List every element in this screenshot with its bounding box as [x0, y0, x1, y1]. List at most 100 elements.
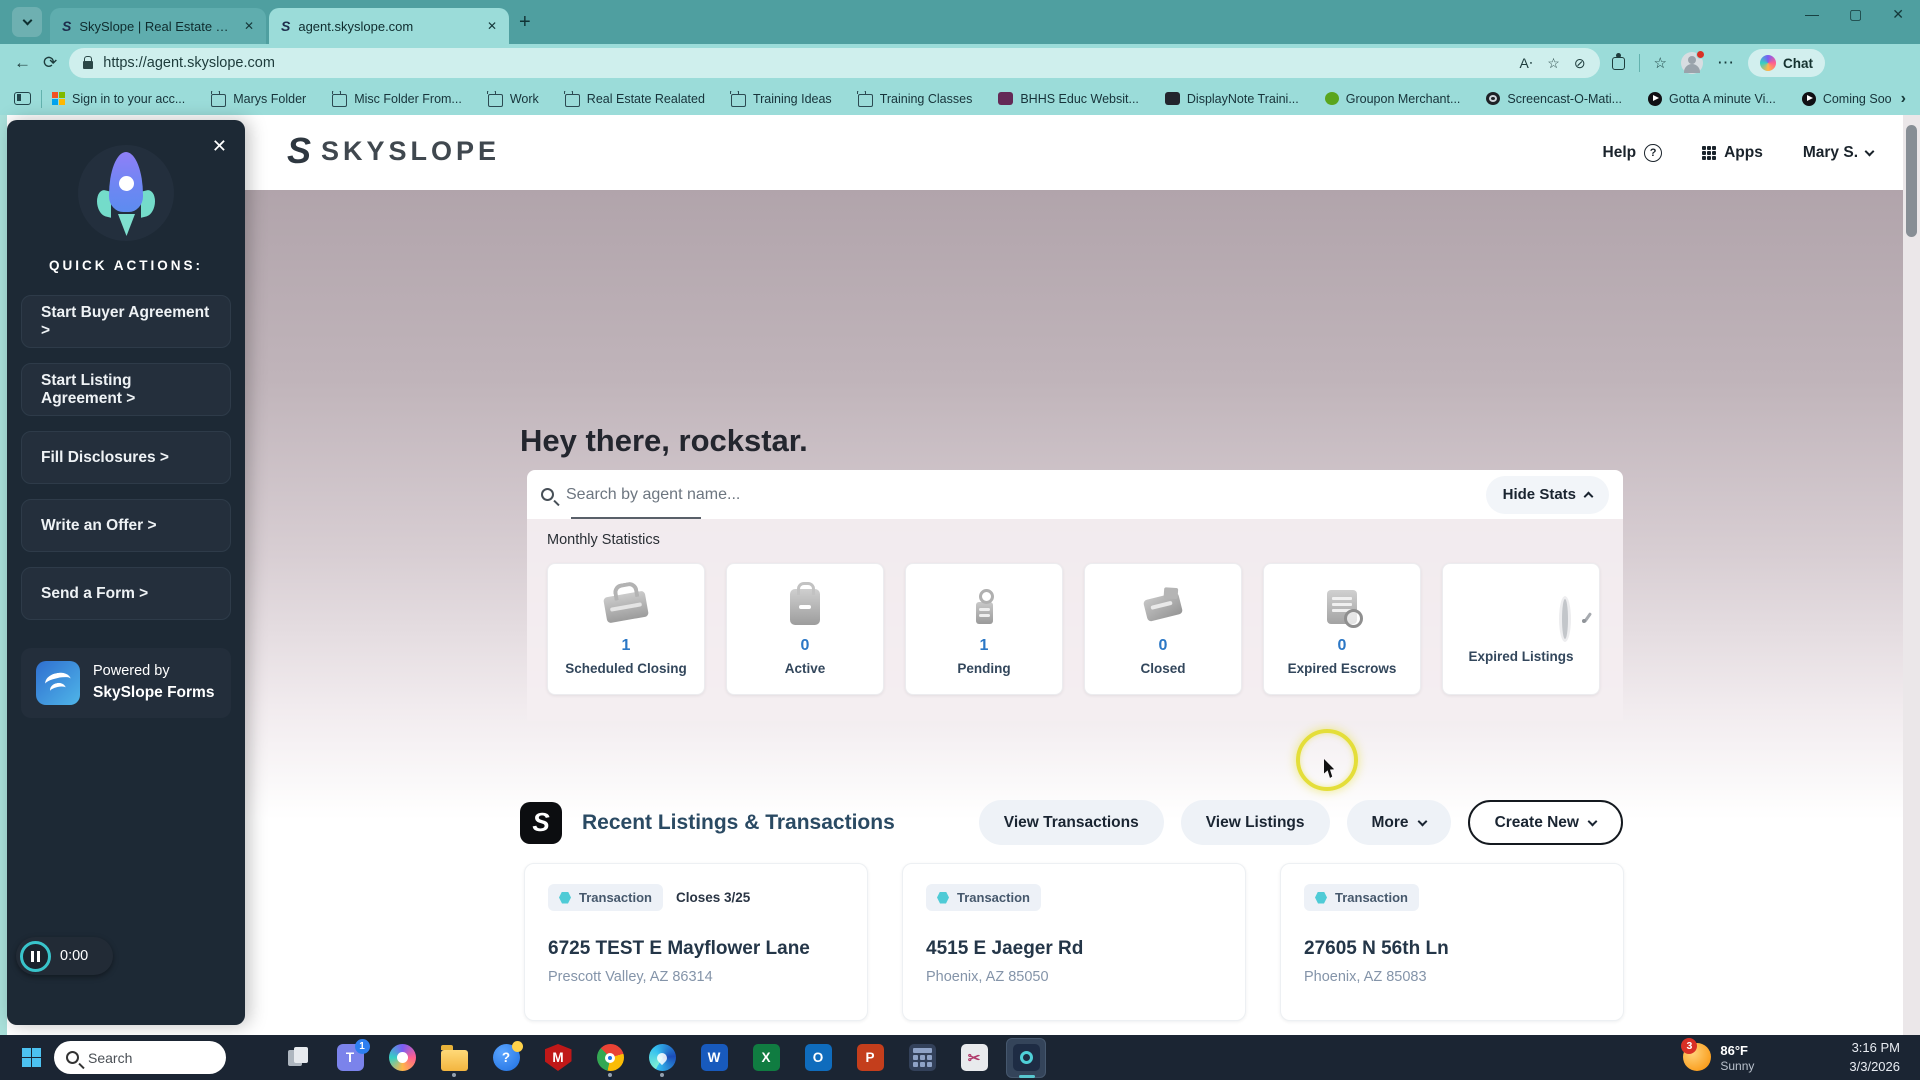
bookmark-item[interactable]: Coming Soon Listi...: [1801, 91, 1891, 106]
file-explorer-icon[interactable]: [434, 1038, 474, 1078]
stat-closed[interactable]: 0 Closed: [1084, 563, 1242, 695]
property-card[interactable]: Transaction Closes 3/25 6725 TEST E Mayf…: [524, 863, 868, 1021]
apps-button[interactable]: Apps: [1702, 144, 1763, 162]
tab-title: SkySlope | Real Estate Transaction: [79, 18, 234, 34]
stat-expired-listings[interactable]: Expired Listings: [1442, 563, 1600, 695]
sidebar-toggle-icon[interactable]: [14, 92, 31, 105]
excel-icon[interactable]: X: [746, 1038, 786, 1078]
create-new-button[interactable]: Create New: [1467, 800, 1623, 845]
user-menu[interactable]: Mary S.: [1803, 144, 1875, 162]
bookmark-icon: [998, 92, 1014, 105]
pause-recording-button[interactable]: [20, 940, 51, 972]
view-listings-button[interactable]: View Listings: [1180, 800, 1330, 845]
bookmark-item[interactable]: Work: [487, 90, 539, 107]
screencast-o-matic-icon[interactable]: [1006, 1037, 1046, 1078]
bookmark-item[interactable]: Training Classes: [857, 90, 973, 107]
bookmark-item[interactable]: DisplayNote Traini...: [1164, 91, 1299, 106]
bookmark-label: Training Classes: [879, 91, 973, 106]
restore-button[interactable]: ▢: [1849, 6, 1862, 23]
word-icon[interactable]: W: [694, 1038, 734, 1078]
skyslope-logo[interactable]: S SKYSLOPE: [287, 133, 500, 169]
bookmark-item[interactable]: Gotta A minute Vi...: [1648, 91, 1776, 106]
teams-icon[interactable]: T 1: [330, 1038, 370, 1078]
quick-action-button[interactable]: Start Buyer Agreement >: [21, 295, 231, 348]
close-window-button[interactable]: ✕: [1892, 6, 1904, 23]
browser-tab[interactable]: S SkySlope | Real Estate Transaction ✕: [50, 8, 266, 44]
refresh-icon[interactable]: ⟳: [43, 53, 57, 73]
stat-value: 1: [979, 636, 989, 654]
stat-scheduled-closing[interactable]: 1 Scheduled Closing: [547, 563, 705, 695]
sidebar-close-icon[interactable]: ✕: [212, 136, 227, 157]
scrollbar-thumb[interactable]: [1906, 125, 1917, 237]
property-card[interactable]: Transaction 27605 N 56th Ln Phoenix, AZ …: [1280, 863, 1624, 1021]
calculator-icon[interactable]: [902, 1038, 942, 1078]
settings-more-icon[interactable]: ⋯: [1717, 53, 1734, 73]
task-view-icon[interactable]: [278, 1038, 318, 1078]
recent-actions: View Transactions View Listings More Cre…: [978, 800, 1623, 845]
page-scrollbar[interactable]: [1903, 115, 1920, 1035]
bookmark-item[interactable]: Misc Folder From...: [331, 90, 462, 107]
stat-expired-escrows[interactable]: 0 Expired Escrows: [1263, 563, 1421, 695]
edge-icon[interactable]: [642, 1038, 682, 1078]
copilot-icon[interactable]: [382, 1038, 422, 1078]
quick-action-button[interactable]: Start Listing Agreement >: [21, 363, 231, 416]
powered-by-tile[interactable]: Powered by SkySlope Forms: [21, 648, 231, 718]
get-help-icon[interactable]: ?: [486, 1038, 526, 1078]
notifications-blocked-icon[interactable]: ⊘: [1574, 55, 1586, 72]
extensions-icon[interactable]: [1611, 52, 1625, 70]
hero-gradient: Hey there, rockstar. Hide Stats Monthly …: [7, 190, 1920, 820]
bookmark-label: Coming Soon Listi...: [1822, 91, 1891, 106]
property-address: 4515 E Jaeger Rd: [926, 938, 1084, 959]
quick-action-button[interactable]: Write an Offer >: [21, 499, 231, 552]
property-card[interactable]: Transaction 4515 E Jaeger Rd Phoenix, AZ…: [902, 863, 1246, 1021]
bookmark-item[interactable]: Screencast-O-Mati...: [1486, 92, 1622, 106]
notification-badge: 1: [354, 1039, 370, 1054]
tab-search-chevron-icon[interactable]: [12, 7, 42, 37]
browser-toolbar: ← ⟳ https://agent.skyslope.com A‧ ☆ ⊘ ☆ …: [0, 44, 1920, 82]
quick-action-button[interactable]: Send a Form >: [21, 567, 231, 620]
tab-title: agent.skyslope.com: [298, 18, 414, 34]
bookmark-item[interactable]: Groupon Merchant...: [1324, 92, 1460, 106]
bookmark-item[interactable]: Training Ideas: [730, 90, 832, 107]
read-aloud-icon[interactable]: A‧: [1519, 55, 1533, 72]
chrome-icon[interactable]: [590, 1038, 630, 1078]
help-button[interactable]: Help ?: [1603, 143, 1663, 162]
minimize-button[interactable]: —: [1805, 6, 1819, 23]
property-address: 27605 N 56th Ln: [1304, 938, 1449, 959]
stat-pending[interactable]: 1 Pending: [905, 563, 1063, 695]
bookmark-item[interactable]: Marys Folder: [210, 90, 306, 107]
profile-avatar[interactable]: [1681, 50, 1705, 74]
tab-close-icon[interactable]: ✕: [485, 17, 499, 35]
stat-active[interactable]: 0 Active: [726, 563, 884, 695]
favorite-star-icon[interactable]: ☆: [1547, 55, 1560, 72]
create-new-label: Create New: [1494, 813, 1579, 831]
start-button-icon[interactable]: [22, 1048, 41, 1067]
back-icon[interactable]: ←: [14, 53, 31, 73]
copilot-chat-button[interactable]: Chat: [1748, 49, 1825, 77]
bookmark-item[interactable]: Real Estate Realated: [564, 90, 705, 107]
outlook-icon[interactable]: O: [798, 1038, 838, 1078]
taskbar-search[interactable]: Search: [54, 1041, 226, 1074]
more-button[interactable]: More: [1346, 800, 1451, 845]
weather-widget[interactable]: 3 86°F Sunny: [1681, 1038, 1754, 1073]
new-tab-button[interactable]: +: [519, 11, 531, 34]
transaction-hex-icon: [1315, 891, 1327, 904]
collections-icon[interactable]: ☆: [1654, 54, 1667, 72]
tab-close-icon[interactable]: ✕: [242, 17, 256, 35]
bookmarks-overflow-chevron[interactable]: ›: [1901, 90, 1906, 108]
taskbar-clock[interactable]: 3:16 PM 3/3/2026: [1849, 1039, 1900, 1077]
view-transactions-button[interactable]: View Transactions: [978, 800, 1164, 845]
address-bar[interactable]: https://agent.skyslope.com A‧ ☆ ⊘: [69, 48, 1600, 78]
mcafee-icon[interactable]: M: [538, 1038, 578, 1078]
bookmark-label: DisplayNote Traini...: [1186, 91, 1299, 106]
powerpoint-icon[interactable]: P: [850, 1038, 890, 1078]
agent-search-input[interactable]: [566, 485, 1474, 504]
hide-stats-button[interactable]: Hide Stats: [1485, 475, 1609, 514]
bookmark-item[interactable]: BHHS Educ Websit...: [998, 92, 1139, 106]
bookmark-item[interactable]: Sign in to your acc...: [52, 92, 185, 106]
url-text[interactable]: https://agent.skyslope.com: [103, 55, 1509, 71]
browser-tab[interactable]: S agent.skyslope.com ✕: [269, 8, 509, 44]
view-listings-label: View Listings: [1205, 813, 1305, 831]
snipping-tool-icon[interactable]: ✂: [954, 1038, 994, 1078]
quick-action-button[interactable]: Fill Disclosures >: [21, 431, 231, 484]
